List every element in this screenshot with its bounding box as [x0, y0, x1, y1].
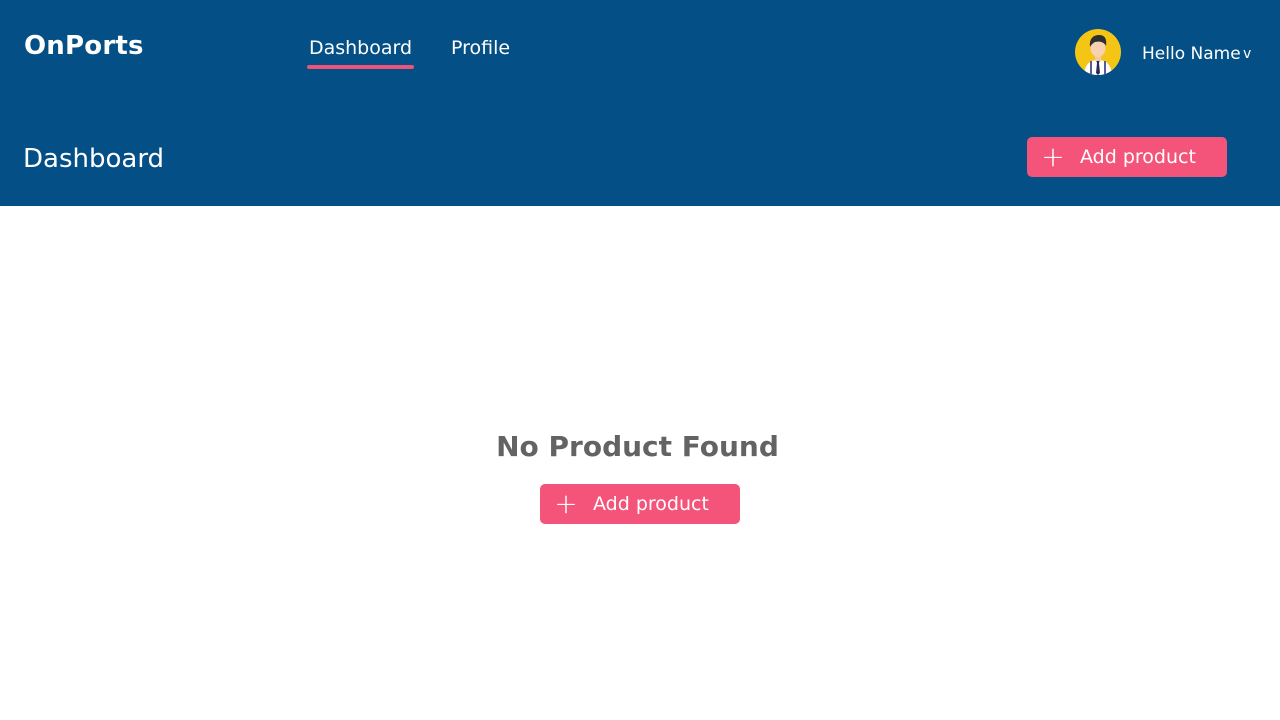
add-product-label: Add product	[1080, 146, 1196, 168]
avatar-illustration	[1084, 35, 1112, 75]
empty-state-message: No Product Found	[496, 430, 779, 463]
chevron-down-icon[interactable]: v	[1243, 46, 1251, 62]
user-avatar-icon[interactable]	[1075, 29, 1121, 75]
plus-icon: +	[554, 487, 578, 520]
empty-state-add-product-button[interactable]: + Add product	[540, 484, 740, 524]
tab-dashboard[interactable]: Dashboard	[307, 37, 414, 59]
add-product-button[interactable]: + Add product	[1027, 137, 1227, 177]
brand-logo[interactable]: OnPorts	[24, 31, 144, 61]
plus-icon: +	[1041, 140, 1065, 173]
page-title: Dashboard	[23, 144, 165, 174]
active-tab-indicator	[307, 65, 414, 69]
add-product-label: Add product	[593, 493, 709, 515]
user-greeting[interactable]: Hello Name	[1142, 44, 1241, 64]
tab-profile[interactable]: Profile	[451, 37, 510, 59]
app-header: OnPorts Dashboard Profile Hello Name v D…	[0, 0, 1280, 206]
